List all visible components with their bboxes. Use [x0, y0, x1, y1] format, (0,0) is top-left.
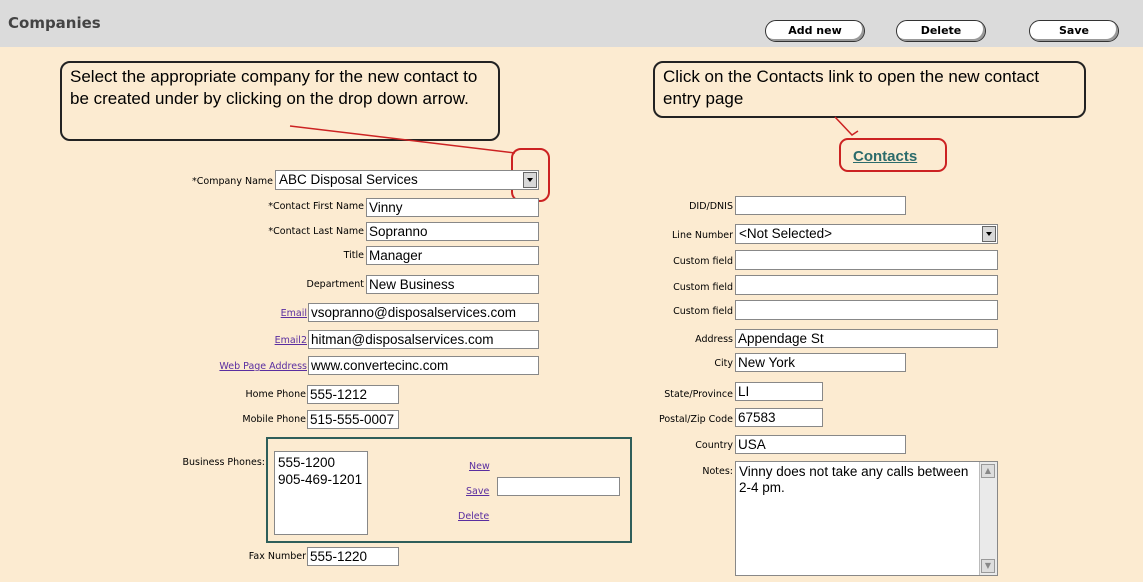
email-field[interactable]: vsopranno@disposalservices.com [308, 303, 539, 322]
custom-field-3[interactable] [735, 300, 998, 320]
notes-label: Notes: [702, 466, 733, 477]
scroll-up-icon[interactable]: ▲ [981, 464, 995, 478]
email2-link[interactable]: Email2 [275, 335, 307, 346]
annotation-arrow-right [834, 116, 859, 136]
company-name-select[interactable]: ABC Disposal Services [275, 170, 539, 190]
notes-scrollbar[interactable]: ▲ ▼ [979, 462, 997, 575]
dropdown-arrow-icon[interactable] [523, 172, 537, 188]
email-link[interactable]: Email [281, 308, 307, 319]
custom-field-2[interactable] [735, 275, 998, 295]
line-number-label: Line Number [672, 230, 733, 241]
business-phone-input[interactable] [497, 477, 620, 496]
fax-field[interactable]: 555-1220 [307, 547, 399, 566]
mobile-phone-label: Mobile Phone [242, 414, 306, 425]
business-phone-new-link[interactable]: New [469, 461, 490, 472]
did-field[interactable] [735, 196, 906, 215]
state-label: State/Province [664, 389, 733, 400]
last-name-field[interactable]: Sopranno [366, 222, 539, 241]
first-name-label: *Contact First Name [268, 201, 364, 212]
first-name-field[interactable]: Vinny [366, 198, 539, 217]
web-page-field[interactable]: www.convertecinc.com [308, 356, 539, 375]
line-number-select[interactable]: <Not Selected> [735, 224, 998, 244]
notes-textarea[interactable]: Vinny does not take any calls between 2-… [735, 461, 998, 576]
department-label: Department [306, 279, 365, 290]
city-label: City [714, 358, 733, 369]
custom-field-1-label: Custom field [673, 256, 733, 267]
scroll-down-icon[interactable]: ▼ [981, 559, 995, 573]
country-label: Country [695, 440, 733, 451]
custom-field-2-label: Custom field [673, 282, 733, 293]
list-item[interactable]: 555-1200 [278, 454, 364, 471]
home-phone-label: Home Phone [245, 389, 306, 400]
annotation-arrow-left [289, 125, 516, 154]
title-label: Title [343, 250, 364, 261]
title-field[interactable]: Manager [366, 246, 539, 265]
mobile-phone-field[interactable]: 515-555-0007 [307, 410, 399, 429]
chevron-down-icon[interactable] [982, 226, 996, 242]
fax-label: Fax Number [248, 551, 306, 562]
zip-field[interactable]: 67583 [735, 408, 823, 427]
custom-field-3-label: Custom field [673, 306, 733, 317]
business-phone-save-link[interactable]: Save [466, 486, 489, 497]
country-field[interactable]: USA [735, 435, 906, 454]
company-name-label: *Company Name [192, 176, 273, 187]
custom-field-1[interactable] [735, 250, 998, 270]
state-field[interactable]: LI [735, 382, 823, 401]
home-phone-field[interactable]: 555-1212 [307, 385, 399, 404]
company-name-value: ABC Disposal Services [279, 172, 418, 187]
business-phones-label: Business Phones: [182, 457, 266, 468]
city-field[interactable]: New York [735, 353, 906, 372]
email2-field[interactable]: hitman@disposalservices.com [308, 330, 539, 349]
address-label: Address [695, 334, 733, 345]
notes-text: Vinny does not take any calls between 2-… [739, 464, 969, 495]
line-number-value: <Not Selected> [739, 226, 833, 241]
list-item[interactable]: 905-469-1201 [278, 471, 364, 488]
address-field[interactable]: Appendage St [735, 329, 998, 348]
department-field[interactable]: New Business [366, 275, 539, 294]
web-page-link[interactable]: Web Page Address [219, 361, 307, 372]
zip-label: Postal/Zip Code [658, 414, 733, 425]
last-name-label: *Contact Last Name [268, 226, 364, 237]
business-phones-list[interactable]: 555-1200 905-469-1201 [274, 451, 368, 535]
did-label: DID/DNIS [689, 201, 733, 212]
business-phone-delete-link[interactable]: Delete [458, 511, 489, 522]
contacts-link[interactable]: Contacts [853, 148, 917, 165]
